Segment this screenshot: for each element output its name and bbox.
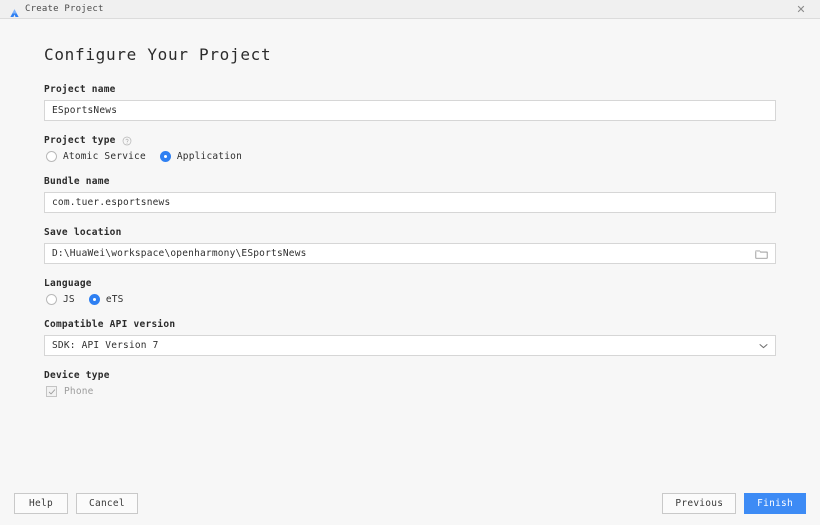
api-version-field-group: Compatible API version SDK: API Version … [44,319,776,356]
radio-application[interactable]: Application [159,151,242,162]
bundle-name-value: com.tuer.esportsnews [52,197,171,208]
radio-language-ets-label: eTS [105,294,124,305]
radio-atomic-service-label: Atomic Service [63,151,146,162]
save-location-input[interactable]: D:\HuaWei\workspace\openharmony\ESportsN… [44,243,776,264]
create-project-dialog: Create Project ✕ Configure Your Project … [0,0,820,525]
device-type-field-group: Device type Phone [44,370,776,397]
project-name-input[interactable]: ESportsNews [44,100,776,121]
project-type-radio-group: Atomic Service Application [44,151,776,162]
dialog-footer: Help Cancel Previous Finish [0,481,820,525]
chevron-down-icon[interactable] [753,343,768,349]
language-radio-group: JS eTS [44,294,776,305]
footer-left-actions: Help Cancel [14,492,138,514]
radio-language-js-label: JS [63,294,75,305]
api-version-select[interactable]: SDK: API Version 7 [44,335,776,356]
radio-language-js-indicator [46,294,57,305]
device-type-label: Device type [44,370,776,381]
bundle-name-label: Bundle name [44,176,776,187]
save-location-label: Save location [44,227,776,238]
cancel-button[interactable]: Cancel [76,492,138,514]
device-type-checkbox-group: Phone [44,386,776,397]
bundle-name-field-group: Bundle name com.tuer.esportsnews [44,176,776,213]
finish-button[interactable]: Finish [744,492,806,514]
bundle-name-input[interactable]: com.tuer.esportsnews [44,192,776,213]
deveco-studio-logo-icon [9,4,20,17]
close-icon[interactable]: ✕ [788,1,814,18]
device-type-label-text: Device type [44,370,110,381]
language-label-text: Language [44,278,92,289]
checkbox-phone[interactable]: Phone [46,386,94,397]
project-type-label: Project type [44,135,776,146]
radio-language-ets[interactable]: eTS [88,294,124,305]
radio-atomic-service[interactable]: Atomic Service [46,151,146,162]
save-location-value: D:\HuaWei\workspace\openharmony\ESportsN… [52,248,307,259]
language-field-group: Language JS eTS [44,278,776,305]
help-button[interactable]: Help [14,492,68,514]
radio-language-js[interactable]: JS [46,294,75,305]
previous-button[interactable]: Previous [662,492,737,514]
project-name-label-text: Project name [44,84,116,95]
language-label: Language [44,278,776,289]
project-type-field-group: Project type Atomic Service Application [44,135,776,162]
api-version-label-text: Compatible API version [44,319,176,330]
footer-right-actions: Previous Finish [662,492,806,514]
project-name-value: ESportsNews [52,105,118,116]
checkbox-phone-indicator [46,386,57,397]
folder-icon[interactable] [749,248,768,260]
checkbox-phone-label: Phone [64,386,94,397]
radio-application-label: Application [176,151,242,162]
dialog-title: Create Project [25,4,104,14]
dialog-titlebar: Create Project ✕ [0,0,820,19]
save-location-field-group: Save location D:\HuaWei\workspace\openha… [44,227,776,264]
project-name-label: Project name [44,84,776,95]
dialog-body: Configure Your Project Project name ESpo… [0,19,820,481]
help-circle-icon[interactable] [122,136,132,146]
bundle-name-label-text: Bundle name [44,176,110,187]
project-name-field-group: Project name ESportsNews [44,84,776,121]
save-location-label-text: Save location [44,227,122,238]
api-version-label: Compatible API version [44,319,776,330]
api-version-value: SDK: API Version 7 [52,340,159,351]
radio-application-indicator [159,151,171,162]
project-type-label-text: Project type [44,135,116,146]
radio-language-ets-indicator [88,294,100,305]
page-title: Configure Your Project [44,45,272,64]
radio-atomic-service-indicator [46,151,57,162]
